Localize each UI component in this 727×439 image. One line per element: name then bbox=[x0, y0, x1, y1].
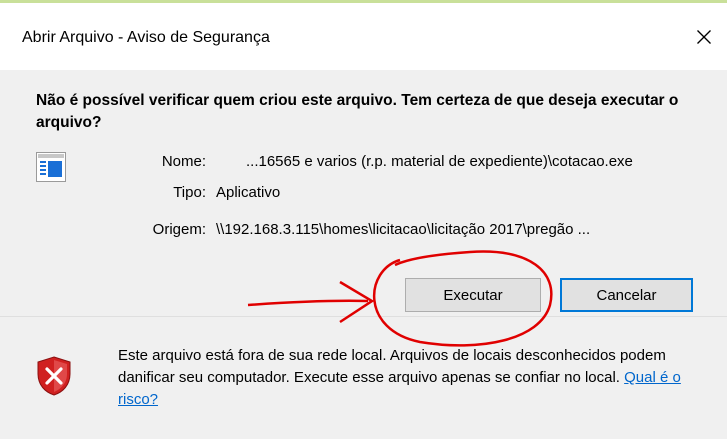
window-title: Abrir Arquivo - Aviso de Segurança bbox=[22, 29, 270, 46]
cancel-button-label: Cancelar bbox=[596, 286, 657, 304]
application-icon bbox=[36, 152, 66, 182]
file-name-label: Nome: bbox=[161, 153, 206, 170]
cancel-button[interactable]: Cancelar bbox=[560, 278, 693, 312]
security-question: Não é possível verificar quem criou este… bbox=[36, 92, 679, 131]
file-origin-value: \\192.168.3.115\homes\licitacao\licitaçã… bbox=[216, 221, 591, 238]
warning-text: Este arquivo está fora de sua rede local… bbox=[118, 347, 666, 386]
warning-area: Este arquivo está fora de sua rede local… bbox=[0, 317, 727, 439]
file-type-label: Tipo: bbox=[173, 184, 206, 201]
warning-message: Este arquivo está fora de sua rede local… bbox=[118, 345, 718, 411]
file-origin-label: Origem: bbox=[152, 221, 206, 238]
run-button-label: Executar bbox=[443, 286, 503, 304]
title-bar: Abrir Arquivo - Aviso de Segurança bbox=[0, 3, 727, 70]
file-type-value: Aplicativo bbox=[216, 184, 281, 201]
close-button[interactable] bbox=[681, 17, 727, 57]
dialog-content: Não é possível verificar quem criou este… bbox=[0, 70, 727, 316]
shield-error-icon bbox=[37, 356, 71, 396]
file-name-value: ...16565 e varios (r.p. material de expe… bbox=[246, 153, 633, 170]
run-button[interactable]: Executar bbox=[405, 278, 541, 312]
close-icon bbox=[697, 30, 711, 44]
